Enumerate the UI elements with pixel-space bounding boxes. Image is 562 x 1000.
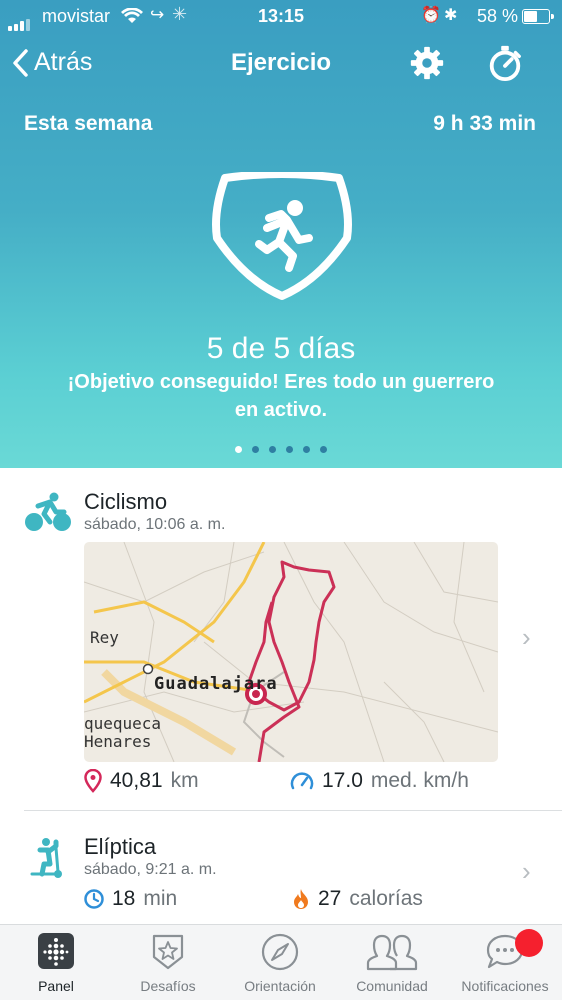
tab-panel[interactable]: Panel (0, 925, 112, 1000)
chevron-right-icon[interactable]: › (522, 622, 531, 653)
week-label: Esta semana (24, 112, 153, 135)
speedometer-icon (290, 772, 314, 790)
tab-label: Comunidad (356, 978, 428, 994)
calories-value: 27 (318, 887, 342, 910)
page-indicator[interactable] (0, 440, 562, 458)
tab-label: Desafíos (140, 978, 196, 994)
page-dot[interactable] (235, 446, 242, 453)
battery-percent: 58 % (476, 6, 518, 26)
bluetooth-icon: ✱ (444, 7, 458, 24)
tab-challenges[interactable]: Desafíos (112, 925, 224, 1000)
map-label: Henares (84, 732, 152, 751)
page-dot[interactable] (320, 446, 327, 453)
activity-title: Ciclismo (84, 489, 168, 514)
battery-icon (522, 9, 554, 24)
people-icon (366, 934, 418, 971)
page-dot[interactable] (269, 446, 276, 453)
tab-community[interactable]: Comunidad (336, 925, 448, 1000)
chevron-right-icon[interactable]: › (522, 856, 531, 887)
flame-icon (294, 889, 308, 909)
speed-unit: med. km/h (370, 769, 469, 792)
route-map[interactable]: Rey Guadalajara quequeca Henares (84, 542, 498, 762)
page-title: Ejercicio (230, 49, 332, 76)
divider (24, 810, 562, 811)
clock-icon (84, 889, 104, 909)
goal-message-line1: ¡Objetivo conseguido! Eres todo un guerr… (67, 371, 495, 393)
running-badge-icon (212, 172, 352, 300)
activity-time: sábado, 9:21 a. m. (84, 861, 217, 878)
tab-bar: Panel Desafíos Orientación Comunidad Not… (0, 924, 562, 1000)
gear-icon[interactable] (408, 44, 446, 82)
distance-value: 40,81 (110, 769, 163, 792)
tab-guidance[interactable]: Orientación (224, 925, 336, 1000)
duration-stat: 18 min (84, 887, 177, 911)
location-pin-icon (84, 769, 102, 793)
tab-label: Notificaciones (461, 978, 549, 994)
goal-message-line2: en activo. (234, 399, 328, 421)
goal-message: ¡Objetivo conseguido! Eres todo un guerr… (0, 368, 562, 424)
elliptical-icon (30, 838, 62, 878)
page-dot[interactable] (286, 446, 293, 453)
cycling-icon (25, 492, 71, 531)
tab-label: Orientación (244, 978, 316, 994)
tab-notifications[interactable]: Notificaciones (448, 925, 562, 1000)
speed-stat: 17.0 med. km/h (290, 769, 469, 793)
map-label: Rey (90, 628, 119, 647)
activity-time: sábado, 10:06 a. m. (84, 516, 226, 533)
compass-icon (261, 933, 299, 971)
week-total: 9 h 33 min (433, 112, 536, 135)
dashboard-icon (38, 933, 74, 969)
distance-unit: km (170, 769, 199, 792)
duration-value: 18 (112, 887, 136, 910)
map-label: quequeca (84, 714, 162, 733)
speed-value: 17.0 (322, 769, 363, 792)
calories-unit: calorías (349, 887, 423, 910)
activity-title: Elíptica (84, 834, 157, 859)
notification-badge (515, 929, 543, 957)
page-dot[interactable] (252, 446, 259, 453)
goal-progress: 5 de 5 días (206, 332, 356, 365)
distance-stat: 40,81 km (84, 769, 199, 793)
duration-unit: min (143, 887, 178, 910)
tab-label: Panel (38, 978, 74, 994)
status-bar: movistar ↪ ✳ 13:15 ⏰ ✱ 58 % (0, 0, 562, 32)
stopwatch-icon[interactable] (486, 44, 524, 82)
alarm-icon: ⏰ (421, 7, 441, 24)
page-dot[interactable] (303, 446, 310, 453)
calories-stat: 27 calorías (292, 887, 423, 911)
navigation-bar: Atrás Ejercicio (0, 44, 562, 84)
star-badge-icon (152, 934, 184, 970)
map-label: Guadalajara (154, 674, 278, 694)
